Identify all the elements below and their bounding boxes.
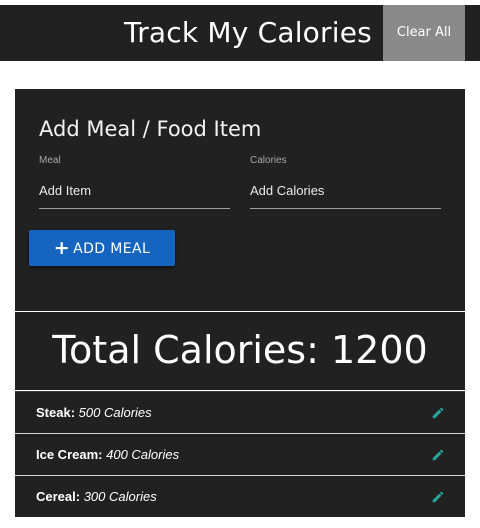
list-item: Cereal: 300 Calories: [15, 475, 465, 517]
app-title: Track My Calories: [124, 16, 372, 49]
meal-input[interactable]: [39, 173, 230, 209]
add-meal-card: Add Meal / Food Item Meal Calories +ADD …: [15, 89, 465, 311]
meal-label: Meal: [39, 155, 61, 166]
pencil-icon[interactable]: [431, 406, 445, 420]
meal-list: Steak: 500 Calories Ice Cream: 400 Calor…: [15, 391, 465, 517]
clear-all-button[interactable]: Clear All: [383, 5, 465, 61]
calories-field: Calories: [250, 155, 441, 210]
plus-icon: +: [53, 237, 71, 259]
item-calories: 300 Calories: [83, 489, 157, 504]
meal-field: Meal: [39, 155, 230, 210]
item-name: Cereal:: [36, 489, 81, 504]
item-calories: 500 Calories: [78, 405, 152, 420]
card-title: Add Meal / Food Item: [39, 117, 262, 141]
add-meal-label: ADD MEAL: [73, 241, 151, 257]
navbar: Track My Calories Clear All: [0, 5, 480, 61]
pencil-icon[interactable]: [431, 490, 445, 504]
list-item: Ice Cream: 400 Calories: [15, 433, 465, 475]
list-item: Steak: 500 Calories: [15, 391, 465, 433]
item-calories: 400 Calories: [106, 447, 180, 462]
item-name: Steak:: [36, 405, 76, 420]
pencil-icon[interactable]: [431, 448, 445, 462]
calories-label: Calories: [250, 155, 287, 166]
item-name: Ice Cream:: [36, 447, 103, 462]
calories-input[interactable]: [250, 173, 441, 209]
total-calories-box: Total Calories: 1200: [15, 312, 465, 390]
add-meal-button[interactable]: + ADD MEAL: [29, 230, 175, 266]
total-calories: Total Calories: 1200: [52, 328, 428, 372]
